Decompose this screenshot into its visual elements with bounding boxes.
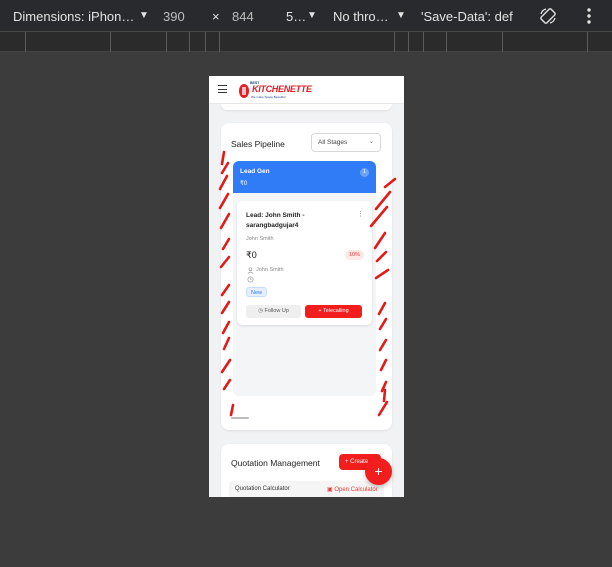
- telecalling-label: Telecalling: [322, 308, 349, 314]
- sales-pipeline-title: Sales Pipeline: [231, 139, 285, 149]
- clock-icon: [247, 276, 254, 283]
- column-title: Lead Gen: [240, 168, 270, 175]
- zoom-select[interactable]: 5…: [286, 9, 306, 24]
- user-icon: [247, 267, 254, 274]
- open-calculator-link[interactable]: ▣ Open Calculator: [327, 486, 378, 493]
- more-vertical-icon[interactable]: [579, 6, 599, 26]
- viewport-width-input[interactable]: 390: [163, 9, 185, 24]
- column-header: Lead Gen 1 ₹0: [233, 161, 376, 193]
- device-select[interactable]: Dimensions: iPhon…: [13, 9, 134, 24]
- lead-title[interactable]: Lead: John Smith - sarangbadgujar4: [246, 211, 351, 231]
- hamburger-menu-icon[interactable]: [218, 85, 227, 93]
- media-query-ruler: [0, 32, 612, 52]
- create-label: Create: [350, 459, 369, 465]
- quotation-calculator-row: Quotation Calculator ▣ Open Calculator: [229, 481, 384, 497]
- lead-owner: John Smith: [256, 267, 284, 273]
- probability-badge: 10%: [344, 250, 364, 260]
- viewport-height-input[interactable]: 844: [232, 9, 254, 24]
- column-amount: ₹0: [240, 181, 248, 187]
- lead-card[interactable]: Lead: John Smith - sarangbadgujar4 ⋮ Joh…: [237, 201, 372, 325]
- floating-add-button[interactable]: +: [365, 458, 392, 485]
- app-header: BEST We make Space Beautiful KITCHENETTE: [209, 76, 404, 104]
- lead-contact: John Smith: [246, 236, 274, 242]
- horizontal-scrollbar[interactable]: [231, 417, 249, 419]
- lead-amount: ₹0: [246, 250, 257, 260]
- open-calculator-label: Open Calculator: [334, 487, 378, 493]
- telecalling-button[interactable]: + Telecalling: [305, 305, 362, 318]
- pipeline-column-lead-gen: Lead Gen 1 ₹0 Lead: John Smith - sarangb…: [233, 161, 376, 396]
- brand-logo-text: KITCHENETTE: [252, 84, 312, 94]
- rotate-icon[interactable]: [538, 6, 558, 26]
- mobile-viewport: BEST We make Space Beautiful KITCHENETTE…: [209, 76, 404, 497]
- save-data-select[interactable]: 'Save-Data': def: [421, 9, 513, 24]
- more-vertical-icon[interactable]: ⋮: [357, 210, 364, 218]
- zoom-dropdown-icon[interactable]: ▼: [307, 10, 317, 21]
- follow-up-button[interactable]: ◷ Follow Up: [246, 305, 301, 318]
- sales-pipeline-card: Sales Pipeline All Stages ⌄ Lead Gen 1 ₹…: [221, 123, 392, 430]
- column-count-badge: 1: [360, 168, 369, 177]
- chevron-down-icon: ⌄: [368, 139, 374, 145]
- status-badge: New: [246, 287, 268, 297]
- stage-filter-value: All Stages: [318, 139, 348, 146]
- calculator-label: Quotation Calculator: [235, 486, 290, 492]
- svg-text:We make Space Beautiful: We make Space Beautiful: [251, 95, 286, 99]
- previous-card-edge: [221, 104, 392, 110]
- stage-filter-select[interactable]: All Stages ⌄: [311, 133, 381, 152]
- throttle-dropdown-icon[interactable]: ▼: [396, 10, 406, 21]
- devtools-device-toolbar: Dimensions: iPhon… ▼ 390 × 844 5… ▼ No t…: [0, 0, 612, 32]
- dimension-separator: ×: [212, 9, 220, 24]
- follow-up-label: Follow Up: [264, 308, 289, 314]
- quotation-title: Quotation Management: [231, 458, 320, 468]
- device-dropdown-icon[interactable]: ▼: [139, 10, 149, 21]
- throttle-select[interactable]: No thro…: [333, 9, 389, 24]
